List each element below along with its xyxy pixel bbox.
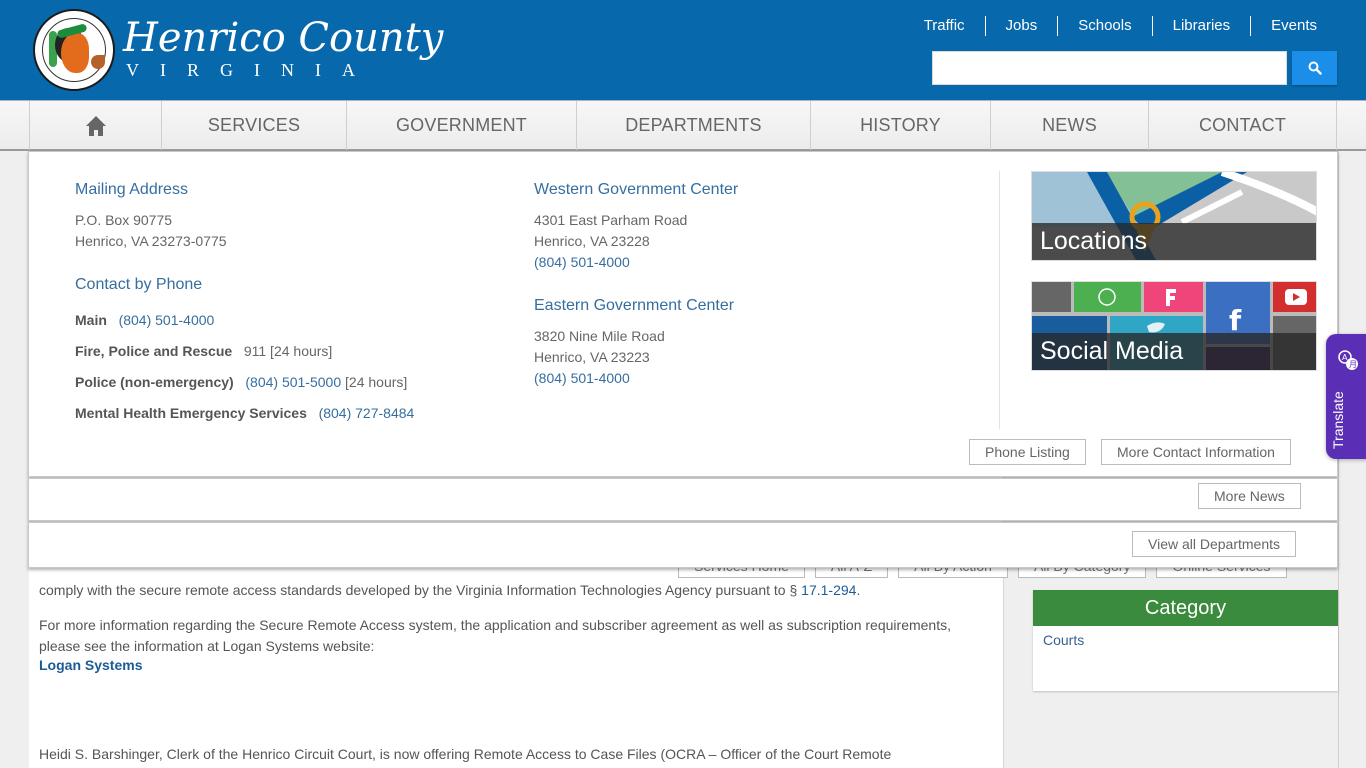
view-all-departments-button[interactable]: View all Departments — [1132, 531, 1297, 557]
phone-row-main: Main (804) 501-4000 — [75, 310, 214, 331]
mailing-line2: Henrico, VA 23273-0775 — [75, 233, 227, 249]
search-button[interactable] — [1292, 51, 1337, 85]
eastern-line1: 3820 Nine Mile Road — [534, 328, 665, 344]
paragraph-text: comply with the secure remote access sta… — [39, 582, 802, 598]
nav-government[interactable]: GOVERNMENT — [347, 101, 577, 150]
news-dropdown-panel: More News — [28, 478, 1338, 521]
contact-dropdown-panel: Mailing Address P.O. Box 90775 Henrico, … — [28, 151, 1338, 477]
seal-leaf-brown — [91, 55, 105, 69]
nav-departments[interactable]: DEPARTMENTS — [577, 101, 811, 150]
phone-label: Police (non-emergency) — [75, 374, 234, 390]
phone-note: [24 hours] — [345, 374, 408, 390]
top-link-events[interactable]: Events — [1250, 16, 1336, 36]
eastern-phone[interactable]: (804) 501-4000 — [534, 368, 630, 389]
western-phone[interactable]: (804) 501-4000 — [534, 252, 630, 273]
paragraph-ocra: Heidi S. Barshinger, Clerk of the Henric… — [39, 746, 892, 762]
county-seal-logo[interactable] — [33, 9, 115, 91]
mailing-line1: P.O. Box 90775 — [75, 212, 173, 228]
phone-number-police[interactable]: (804) 501-5000 — [245, 374, 341, 390]
phone-label: Mental Health Emergency Services — [75, 405, 307, 421]
departments-dropdown-panel: View all Departments — [28, 522, 1338, 568]
more-news-button[interactable]: More News — [1198, 483, 1301, 509]
phone-row-police-non-emergency: Police (non-emergency) (804) 501-5000 [2… — [75, 372, 407, 393]
top-link-schools[interactable]: Schools — [1057, 16, 1151, 36]
paragraph-secure-access: comply with the secure remote access sta… — [39, 582, 861, 598]
seal-face — [61, 33, 89, 73]
search-icon — [1308, 61, 1322, 75]
translate-widget[interactable]: A 月 Translate — [1326, 334, 1366, 459]
phone-label: Main — [75, 312, 107, 328]
sidebar-divider — [1338, 151, 1339, 768]
mailing-address-heading: Mailing Address — [75, 181, 188, 198]
utility-links: Traffic Jobs Schools Libraries Events — [904, 16, 1336, 36]
social-media-tile-label: Social Media — [1032, 333, 1316, 370]
phone-note: 911 [24 hours] — [243, 343, 333, 359]
more-contact-information-button[interactable]: More Contact Information — [1101, 439, 1291, 465]
phone-row-fire-police-rescue: Fire, Police and Rescue 911 [24 hours] — [75, 341, 332, 362]
translate-label: Translate — [1330, 391, 1346, 449]
top-link-jobs[interactable]: Jobs — [984, 16, 1058, 36]
nav-contact[interactable]: CONTACT — [1149, 101, 1337, 150]
phone-number-main[interactable]: (804) 501-4000 — [119, 312, 215, 328]
nav-history[interactable]: HISTORY — [811, 101, 991, 150]
category-box: Category Courts — [1033, 590, 1338, 691]
western-line1: 4301 East Parham Road — [534, 212, 688, 228]
western-center-heading[interactable]: Western Government Center — [534, 181, 738, 199]
phone-label: Fire, Police and Rescue — [75, 343, 233, 359]
phone-listing-button[interactable]: Phone Listing — [969, 439, 1086, 465]
western-line2: Henrico, VA 23228 — [534, 233, 650, 249]
social-media-tile[interactable]: f Social Media — [1031, 281, 1317, 371]
phone-row-mental-health: Mental Health Emergency Services (804) 7… — [75, 403, 414, 424]
site-header: Henrico County VIRGINIA Traffic Jobs Sch… — [0, 0, 1366, 100]
search-input[interactable] — [932, 51, 1287, 85]
logan-systems-link[interactable]: Logan Systems — [39, 657, 142, 673]
locations-tile-label: Locations — [1032, 223, 1316, 260]
column-divider — [999, 171, 1000, 429]
nav-services[interactable]: SERVICES — [162, 101, 347, 150]
home-icon — [85, 115, 106, 136]
main-nav: SERVICES GOVERNMENT DEPARTMENTS HISTORY … — [0, 100, 1366, 151]
nav-home[interactable] — [30, 101, 162, 150]
top-link-libraries[interactable]: Libraries — [1151, 16, 1251, 36]
locations-tile[interactable]: Locations — [1031, 171, 1317, 261]
eastern-center-heading[interactable]: Eastern Government Center — [534, 297, 734, 315]
site-title[interactable]: Henrico County — [123, 16, 443, 60]
svg-text:月: 月 — [1349, 360, 1357, 369]
top-link-traffic[interactable]: Traffic — [904, 16, 985, 36]
nav-news[interactable]: NEWS — [991, 101, 1149, 150]
contact-by-phone-heading: Contact by Phone — [75, 276, 203, 293]
site-subtitle: VIRGINIA — [126, 60, 376, 80]
phone-number-mental-health[interactable]: (804) 727-8484 — [319, 405, 415, 421]
category-heading: Category — [1033, 590, 1338, 626]
code-section-link[interactable]: 17.1-294 — [801, 582, 856, 598]
category-link-courts[interactable]: Courts — [1043, 632, 1084, 648]
paragraph-more-info: For more information regarding the Secur… — [39, 617, 951, 654]
eastern-line2: Henrico, VA 23223 — [534, 349, 650, 365]
